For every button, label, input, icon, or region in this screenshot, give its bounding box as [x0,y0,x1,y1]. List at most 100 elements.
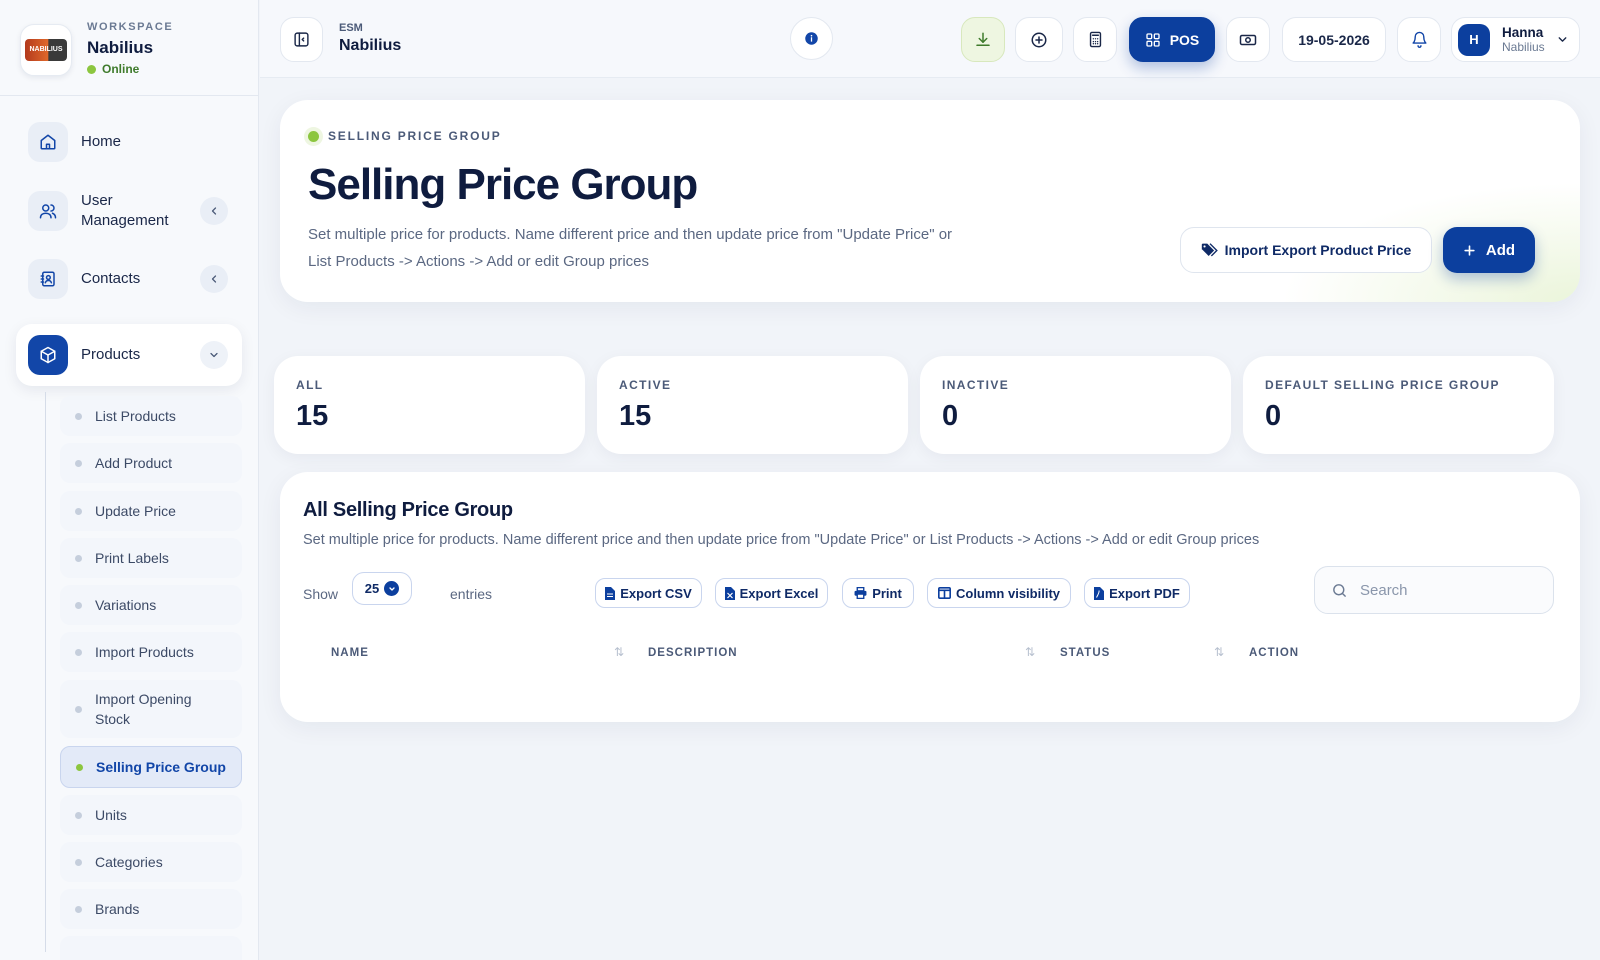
info-icon [805,32,818,45]
notifications-button[interactable] [1397,17,1441,62]
users-icon [28,191,68,231]
pos-button[interactable]: POS [1129,17,1215,62]
calculator-button[interactable] [1073,17,1117,62]
stat-card-active: ACTIVE 15 [597,356,908,454]
submenu-item-selling-price-group[interactable]: Selling Price Group [60,746,242,788]
add-button[interactable]: Add [1443,227,1535,273]
chevron-left-icon[interactable] [200,197,228,225]
sidebar: NABILIUS WORKSPACE Nabilius Online Home … [0,0,259,960]
chevron-down-icon [384,581,400,596]
status-dot-icon [308,130,319,142]
sidebar-item-user-management[interactable]: User Management [16,189,242,233]
sidebar-item-products[interactable]: Products [16,324,242,386]
submenu-item-import-products[interactable]: Import Products [60,632,242,672]
contacts-icon [28,259,68,299]
column-header-status[interactable]: STATUS [1060,647,1110,659]
chevron-down-icon [1558,37,1567,42]
page-kicker: SELLING PRICE GROUP [308,129,502,143]
user-org: Nabilius [1502,40,1545,54]
sidebar-item-label: Home [81,133,122,150]
export-csv-button[interactable]: Export CSV [595,578,702,608]
table-description: Set multiple price for products. Name di… [303,532,1260,548]
bullet-icon [75,648,82,656]
search-icon [1333,583,1346,597]
print-button[interactable]: Print [842,578,914,608]
column-visibility-button[interactable]: Column visibility [927,578,1071,608]
plus-icon [1464,244,1475,256]
stat-card-all: ALL 15 [274,356,585,454]
search-input[interactable] [1360,581,1530,599]
bullet-icon [75,412,82,420]
submenu-item-print-labels[interactable]: Print Labels [60,538,242,578]
sidebar-item-home[interactable]: Home [16,121,242,163]
stat-card-default: DEFAULT SELLING PRICE GROUP 0 [1243,356,1554,454]
sidebar-item-label: Contacts [81,270,141,287]
submenu-item-categories[interactable]: Categories [60,842,242,882]
bullet-icon [75,601,82,609]
columns-icon [937,587,951,599]
sort-icon[interactable]: ⇅ [1214,645,1224,659]
column-header-name[interactable]: NAME [331,647,369,659]
import-export-price-button[interactable]: Import Export Product Price [1180,227,1432,273]
table-title: All Selling Price Group [303,499,513,521]
panel-toggle-icon [294,32,309,47]
bullet-icon [76,763,83,771]
tags-icon [1201,242,1218,256]
app-caption: ESM [339,22,363,34]
column-header-description[interactable]: DESCRIPTION [648,647,738,659]
app-title: Nabilius [339,37,402,54]
main-content: SELLING PRICE GROUP Selling Price Group … [260,78,1600,960]
submenu-item-add-product[interactable]: Add Product [60,443,242,483]
bullet-icon [75,507,82,515]
submenu-item-brands[interactable]: Brands [60,889,242,929]
show-label: Show [303,586,339,602]
date-display[interactable]: 19-05-2026 [1282,17,1386,62]
quick-add-button[interactable] [1015,17,1063,62]
pos-label: POS [1169,31,1200,48]
submenu-guide-line [45,392,46,952]
file-csv-icon [605,586,616,600]
submenu-item-units[interactable]: Units [60,795,242,835]
bullet-icon [75,858,82,866]
top-bar: POS 19-05-2026 H Hanna Nabilius [260,0,1600,78]
chevron-left-icon[interactable] [200,265,228,293]
page-length-select[interactable]: 25 [352,572,412,605]
stat-card-inactive: INACTIVE 0 [920,356,1231,454]
workspace-caption: WORKSPACE [87,21,174,33]
workspace-logo[interactable]: NABILIUS [20,24,72,76]
online-dot-icon [87,64,96,74]
search-box[interactable] [1314,566,1554,614]
sidebar-item-contacts[interactable]: Contacts [16,258,242,300]
home-icon [28,122,68,162]
submenu-item-import-opening-stock[interactable]: Import Opening Stock [60,680,242,738]
bullet-icon [75,705,82,713]
download-icon [976,32,990,46]
user-name: Hanna [1502,25,1544,40]
submenu-item-variations[interactable]: Variations [60,585,242,625]
user-menu[interactable]: H Hanna Nabilius [1451,17,1580,62]
file-excel-icon [724,586,735,600]
entries-label: entries [450,586,493,602]
chevron-down-icon[interactable] [200,341,228,369]
workspace-logo-text: NABILIUS [25,39,67,61]
submenu-item-list-products[interactable]: List Products [60,396,242,436]
sidebar-item-label: User Management [81,192,169,229]
page-title: Selling Price Group [308,160,698,209]
sidebar-toggle-button[interactable] [280,17,323,62]
submenu-item-update-price[interactable]: Update Price [60,491,242,531]
cash-register-button[interactable] [1226,17,1270,62]
grid-icon [1146,32,1160,47]
bullet-icon [75,905,82,913]
file-pdf-icon [1094,586,1105,600]
submenu-item-partial [60,936,242,960]
download-button[interactable] [961,17,1005,62]
info-button[interactable] [790,17,833,60]
bullet-icon [75,554,82,562]
box-icon [28,335,68,375]
sort-icon[interactable]: ⇅ [614,645,624,659]
page-description: Set multiple price for products. Name di… [308,226,953,270]
sort-icon[interactable]: ⇅ [1025,645,1035,659]
export-excel-button[interactable]: Export Excel [715,578,828,608]
workspace-header: NABILIUS WORKSPACE Nabilius Online [0,0,258,96]
export-pdf-button[interactable]: Export PDF [1084,578,1190,608]
